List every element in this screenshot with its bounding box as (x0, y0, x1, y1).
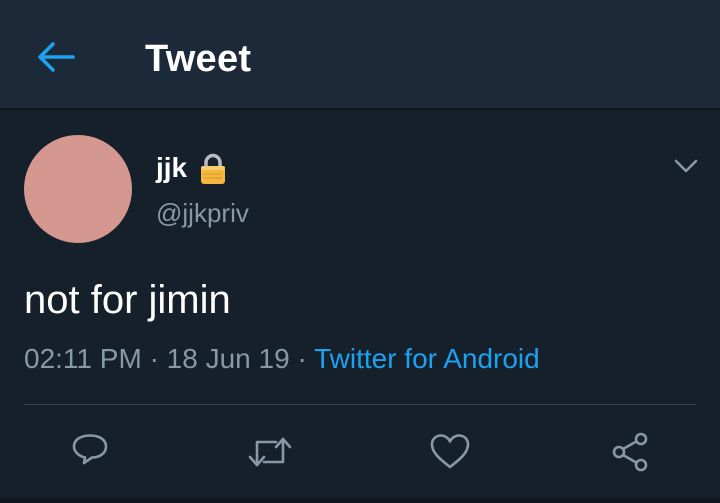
retweet-button[interactable] (246, 428, 294, 476)
chevron-down-icon (674, 159, 698, 173)
divider (24, 404, 696, 405)
author-display-name[interactable]: jjk (156, 151, 187, 185)
retweet-icon (248, 437, 292, 467)
tweet-meta: 02:11 PM · 18 Jun 19 · Twitter for Andro… (24, 342, 540, 376)
avatar[interactable] (24, 135, 132, 243)
share-button[interactable] (606, 428, 654, 476)
bottom-divider (0, 498, 720, 503)
share-icon (612, 432, 648, 472)
meta-separator: · (297, 343, 307, 374)
back-button[interactable] (30, 34, 82, 80)
like-button[interactable] (426, 428, 474, 476)
meta-separator: · (149, 343, 159, 374)
reply-icon (72, 434, 108, 465)
author-name-row: jjk (156, 148, 227, 188)
tweet-menu-button[interactable] (666, 148, 706, 184)
arrow-left-icon (38, 42, 75, 72)
top-app-bar: Tweet (0, 0, 720, 110)
reply-button[interactable] (66, 428, 114, 476)
page-title: Tweet (145, 38, 252, 80)
like-heart-icon (430, 434, 470, 469)
tweet-text: not for jimin (24, 278, 231, 322)
author-handle: @jjkpriv (156, 198, 249, 228)
lock-icon (199, 153, 227, 185)
tweet-time: 02:11 PM (24, 343, 142, 374)
tweet-source-link[interactable]: Twitter for Android (314, 343, 540, 374)
tweet-date: 18 Jun 19 (166, 343, 290, 374)
